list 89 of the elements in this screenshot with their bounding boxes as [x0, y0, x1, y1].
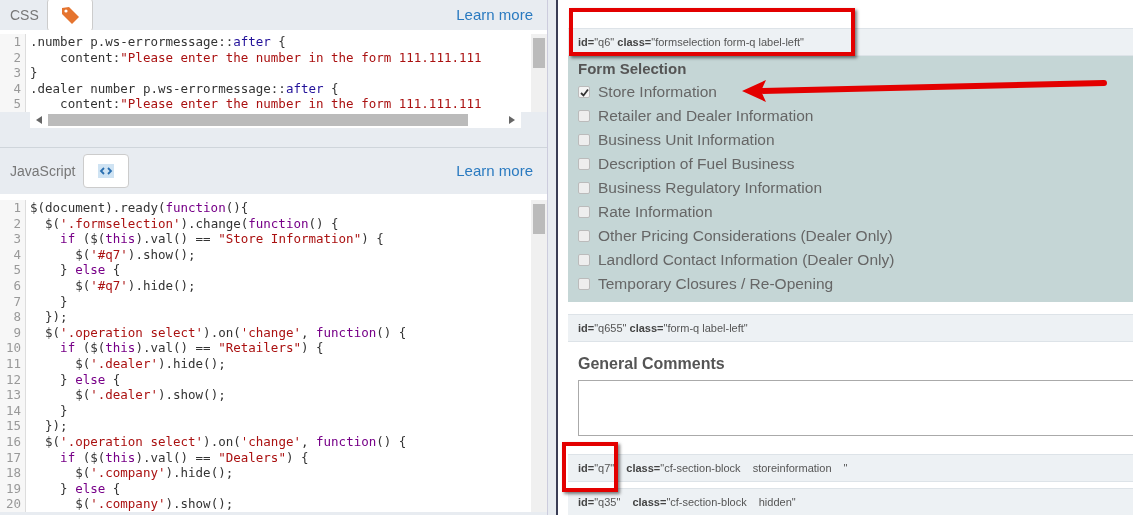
line-number: 1 — [12, 34, 21, 50]
code-line: } — [59, 402, 69, 419]
line-number: 16 — [4, 433, 21, 450]
element-tag-label: id="q35" class="cf-section-block hidden" — [568, 488, 1133, 515]
code-line: } else { — [59, 262, 122, 278]
code-line: $(document).ready(function(){ — [30, 200, 250, 216]
line-number: 6 — [12, 277, 21, 294]
checkbox[interactable] — [578, 86, 590, 98]
highlight-frame — [562, 442, 618, 492]
checkbox[interactable] — [578, 230, 590, 242]
checkbox-label[interactable]: Temporary Closures / Re-Opening — [598, 272, 834, 296]
panel-title: CSS — [10, 5, 39, 25]
scroll-left-icon[interactable] — [36, 116, 42, 124]
checkbox-label[interactable]: Business Unit Information — [598, 128, 775, 152]
code-line: } — [59, 293, 69, 310]
code-line: } else { — [59, 371, 122, 388]
line-number: 2 — [12, 215, 21, 232]
line-number: 4 — [12, 80, 21, 97]
line-number: 9 — [12, 324, 21, 341]
checkbox[interactable] — [578, 278, 590, 290]
code-line: $('#q7').hide(); — [74, 277, 197, 294]
checkbox[interactable] — [578, 158, 590, 170]
panel-button[interactable] — [46, 0, 93, 32]
section-heading: Form Selection — [578, 59, 688, 79]
code-line: $('.dealer').show(); — [74, 387, 227, 403]
line-number: 19 — [4, 480, 21, 497]
code-line: $('.operation select').on('change', function() { — [44, 324, 408, 341]
checkbox[interactable] — [578, 110, 590, 122]
code-line: $('.formselection').change(function() { — [44, 215, 340, 232]
scroll-right-icon[interactable] — [509, 116, 515, 124]
code-icon — [97, 163, 116, 179]
checkbox[interactable] — [578, 206, 590, 218]
line-number: 17 — [4, 449, 21, 466]
line-number: 13 — [4, 387, 21, 403]
line-number: 1 — [12, 200, 21, 216]
section-heading: General Comments — [577, 354, 726, 374]
vertical-scrollbar[interactable] — [531, 34, 547, 112]
code-line: .dealer number p.ws-errormessage::after { — [30, 80, 340, 97]
code-line: $('.company').hide(); — [74, 465, 235, 481]
line-number: 5 — [12, 262, 21, 278]
learn-more-link[interactable]: Learn more — [456, 159, 533, 183]
checkbox-label[interactable]: Store Information — [598, 80, 717, 104]
element-tag-label: id="q6" class="formselection form-q label-left" — [568, 28, 1133, 56]
line-number: 7 — [12, 293, 21, 310]
code-line: if ($(this).val() == "Store Information") { — [59, 231, 385, 247]
panel-title: JavaScript — [10, 161, 76, 181]
line-number: 2 — [12, 49, 21, 66]
checkbox-label[interactable]: Business Regulatory Information — [598, 176, 822, 200]
checkbox[interactable] — [578, 182, 590, 194]
learn-more-link[interactable]: Learn more — [456, 3, 533, 27]
code-line: $('.operation select').on('change', function() { — [44, 433, 408, 450]
element-tag-label: id="q655" class="form-q label-left" — [568, 314, 1133, 342]
code-line: }); — [44, 418, 69, 434]
checkbox-label[interactable]: Other Pricing Considerations (Dealer Only) — [598, 224, 893, 248]
checkbox[interactable] — [578, 254, 590, 266]
checkbox-label[interactable]: Rate Information — [598, 200, 713, 224]
line-number: 18 — [4, 465, 21, 481]
horizontal-scrollbar[interactable] — [30, 112, 521, 128]
line-number: 14 — [4, 402, 21, 419]
code-line: $('.dealer').hide(); — [74, 355, 227, 372]
code-line: if ($(this).val() == "Retailers") { — [59, 340, 325, 356]
checkbox-label[interactable]: Landlord Contact Information (Dealer Only) — [598, 248, 895, 272]
panel-splitter[interactable] — [548, 0, 558, 515]
line-number: 10 — [4, 340, 21, 356]
code-line: if ($(this).val() == "Dealers") { — [59, 449, 310, 466]
code-line: $('.company').show(); — [74, 496, 235, 512]
code-line: } else { — [59, 480, 122, 497]
line-number: 3 — [12, 65, 21, 81]
line-number: 3 — [12, 231, 21, 247]
code-line: .number p.ws-errormessage::after { — [30, 34, 287, 50]
code-line: $('#q7').show(); — [74, 246, 197, 263]
line-number: 11 — [4, 355, 21, 372]
element-tag-label: id="q7" class="cf-section-block storeinformation " — [568, 454, 1133, 482]
code-line: content:"Please enter the number in the form 111.111.111 — [59, 49, 483, 66]
line-number: 12 — [4, 371, 21, 388]
line-number: 4 — [12, 246, 21, 263]
line-number: 15 — [4, 418, 21, 434]
comments-field[interactable] — [578, 380, 1133, 436]
code-line: }); — [44, 309, 69, 325]
checkbox-label[interactable]: Description of Fuel Business — [598, 152, 795, 176]
checkbox[interactable] — [578, 134, 590, 146]
line-number: 20 — [4, 496, 21, 512]
code-line: content:"Please enter the number in the form 111.111.111 — [59, 96, 483, 112]
vertical-scrollbar[interactable] — [531, 200, 547, 512]
checkbox-label[interactable]: Retailer and Dealer Information — [598, 104, 814, 128]
line-number: 8 — [12, 309, 21, 325]
line-number: 5 — [12, 96, 21, 112]
panel-button[interactable] — [83, 154, 130, 188]
code-line: } — [30, 65, 39, 81]
